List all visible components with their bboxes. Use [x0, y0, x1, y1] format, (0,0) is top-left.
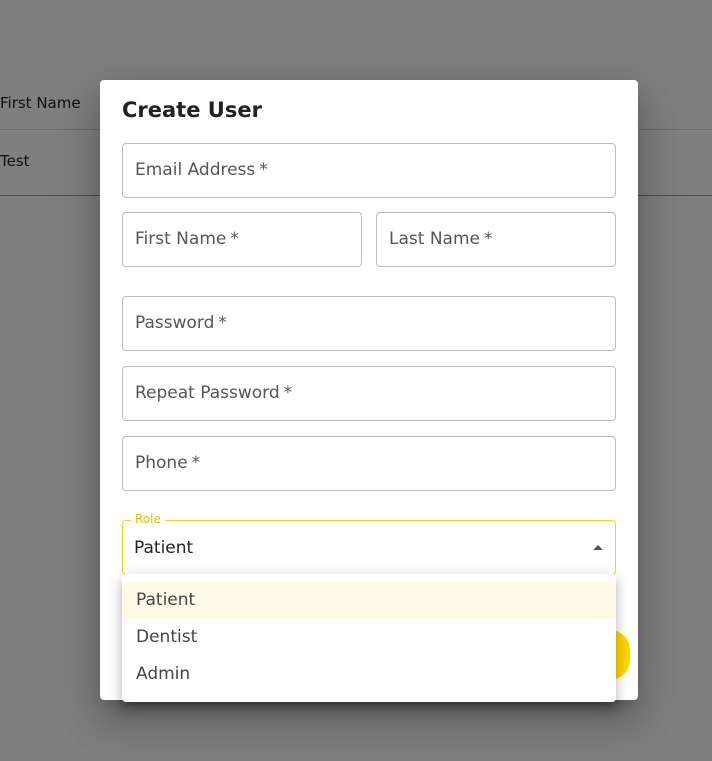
phone-label: Phone *: [135, 453, 201, 473]
role-option-patient[interactable]: Patient: [122, 582, 616, 619]
password-field[interactable]: Password *: [122, 296, 616, 351]
dialog-title: Create User: [122, 98, 262, 122]
caret-up-icon: [593, 545, 603, 550]
repeat-password-label: Repeat Password *: [135, 383, 293, 403]
phone-field[interactable]: Phone *: [122, 436, 616, 491]
role-label: Role: [131, 512, 165, 526]
role-dropdown-menu: Patient Dentist Admin: [122, 574, 616, 702]
role-value: Patient: [134, 538, 194, 558]
last-name-label: Last Name *: [389, 229, 493, 249]
role-select[interactable]: Role Patient: [122, 512, 616, 575]
role-option-admin[interactable]: Admin: [122, 656, 616, 693]
first-name-field[interactable]: First Name *: [122, 212, 362, 267]
role-option-dentist[interactable]: Dentist: [122, 619, 616, 656]
email-field[interactable]: Email Address *: [122, 143, 616, 198]
first-name-label: First Name *: [135, 229, 239, 249]
password-label: Password *: [135, 313, 227, 333]
last-name-field[interactable]: Last Name *: [376, 212, 616, 267]
repeat-password-field[interactable]: Repeat Password *: [122, 366, 616, 421]
email-label: Email Address *: [135, 160, 268, 180]
